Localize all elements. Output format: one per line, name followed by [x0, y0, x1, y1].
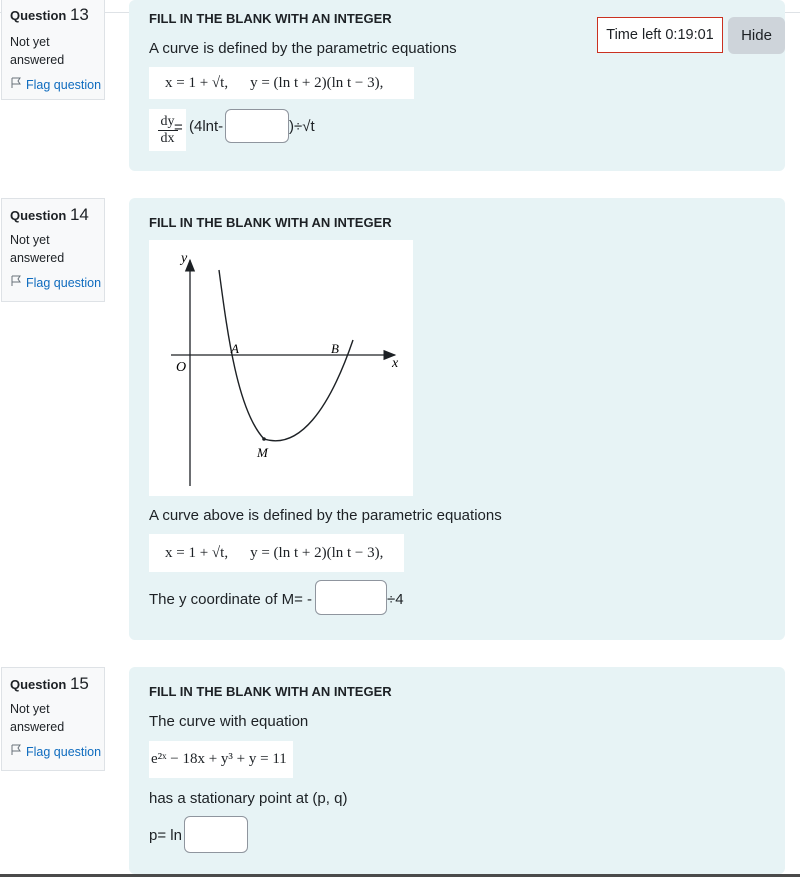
answer-prefix: The y coordinate of M= -	[149, 591, 312, 608]
answer-input[interactable]	[225, 109, 289, 143]
question-type-label: FILL IN THE BLANK WITH AN INTEGER	[149, 684, 392, 699]
flag-icon	[10, 275, 22, 290]
question-formulation-15: FILL IN THE BLANK WITH AN INTEGER The cu…	[129, 667, 785, 874]
parametric-equations: x = 1 + √t, y = (ln t + 2)(ln t − 3),	[149, 534, 404, 572]
x-axis-label: x	[391, 356, 399, 371]
flag-question-link[interactable]: Flag question	[10, 744, 104, 759]
point-a-label: A	[230, 341, 239, 356]
question-state: Not yet answered	[10, 233, 65, 265]
stationary-point-text: has a stationary point at (p, q)	[149, 790, 348, 807]
equals-sign: =	[174, 119, 183, 136]
parametric-equations: x = 1 + √t, y = (ln t + 2)(ln t − 3),	[149, 67, 414, 99]
answer-prefix: p= ln	[149, 827, 182, 844]
question-info-15: Question 15 Not yet answered Flag questi…	[1, 667, 105, 771]
quiz-timer: Time left 0:19:01	[597, 17, 723, 53]
answer-input[interactable]	[315, 580, 387, 615]
answer-suffix: ÷4	[387, 591, 404, 608]
flag-question-link[interactable]: Flag question	[10, 77, 104, 92]
question-type-label: FILL IN THE BLANK WITH AN INTEGER	[149, 11, 392, 26]
origin-label: O	[176, 360, 186, 375]
point-m	[262, 437, 266, 441]
point-b-label: B	[331, 341, 339, 356]
question-intro: A curve is defined by the parametric equ…	[149, 40, 457, 57]
question-state: Not yet answered	[10, 35, 65, 67]
flag-icon	[10, 744, 22, 759]
curve-graph: y x O A B M	[149, 240, 413, 496]
flag-icon	[10, 77, 22, 92]
answer-suffix: )÷√t	[289, 118, 315, 135]
question-state: Not yet answered	[10, 702, 65, 734]
question-intro: A curve above is defined by the parametr…	[149, 507, 502, 524]
question-info-13: Question 13 Not yet answered Flag questi…	[1, 0, 105, 100]
answer-prefix: (4lnt-	[189, 118, 224, 135]
question-number: Question 13	[10, 5, 89, 24]
question-intro: The curve with equation	[149, 713, 309, 730]
answer-input[interactable]	[184, 816, 248, 853]
y-axis-label: y	[179, 251, 188, 266]
question-number: Question 15	[10, 674, 89, 693]
hide-timer-button[interactable]: Hide	[728, 17, 785, 54]
flag-question-link[interactable]: Flag question	[10, 275, 104, 290]
question-type-label: FILL IN THE BLANK WITH AN INTEGER	[149, 215, 392, 230]
question-info-14: Question 14 Not yet answered Flag questi…	[1, 198, 105, 302]
curve-equation: e²ˣ − 18x + y³ + y = 11	[149, 741, 293, 778]
question-formulation-14: FILL IN THE BLANK WITH AN INTEGER y x O …	[129, 198, 785, 640]
point-m-label: M	[256, 445, 269, 460]
question-number: Question 14	[10, 205, 89, 224]
